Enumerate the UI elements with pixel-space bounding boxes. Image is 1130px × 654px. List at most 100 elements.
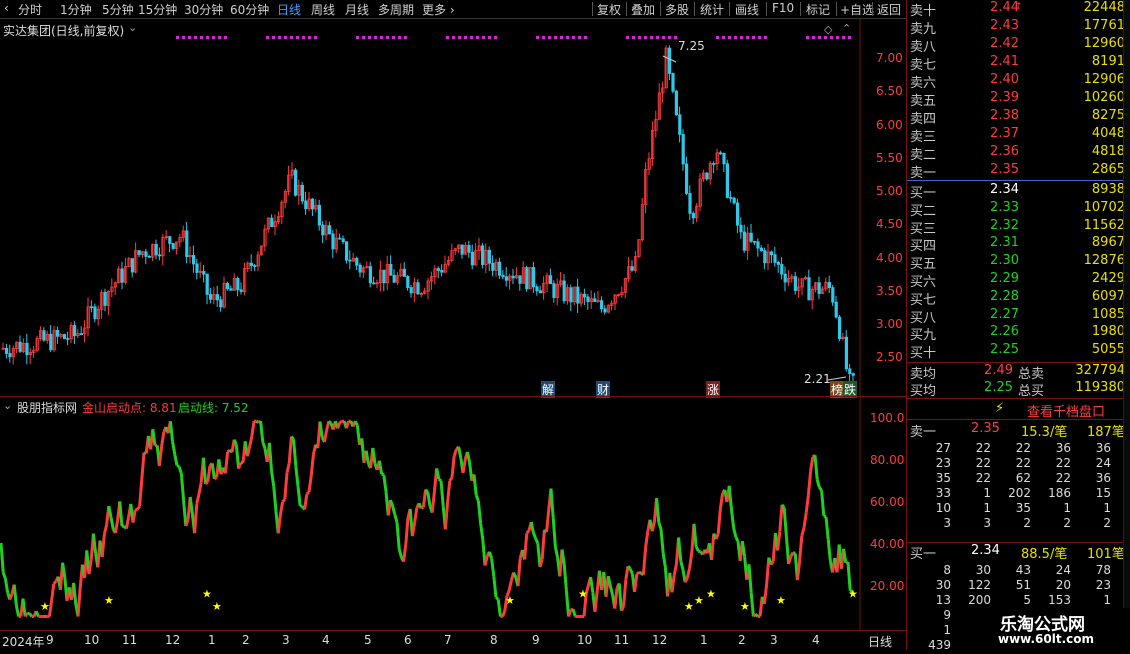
ask-level-price: 2.42	[965, 36, 1019, 51]
bid-level-row[interactable]: 买九 2.26 1980	[907, 324, 1130, 342]
price-axis-tick: 3.00	[876, 317, 903, 331]
overlay-button[interactable]: 叠加	[631, 1, 655, 18]
bid-level-volume: 1980	[1092, 324, 1125, 339]
tab-period-weekly[interactable]: 周线	[311, 1, 335, 18]
signal-dot	[404, 36, 407, 39]
title-dropdown-icon[interactable]: ⌄	[128, 21, 137, 34]
queue-cell: 15	[1075, 486, 1111, 500]
date-tick: 10	[577, 633, 592, 647]
indicator-line-segment	[514, 573, 516, 578]
candle-body	[63, 334, 65, 338]
ask-level-label: 卖九	[910, 18, 936, 37]
ask-level-price: 2.36	[965, 144, 1019, 159]
tab-period-15min[interactable]: 15分钟	[138, 1, 177, 18]
bid-level-row[interactable]: 买五 2.30 12876	[907, 253, 1130, 271]
view-thousand-button[interactable]: 查看千档盘口	[1027, 401, 1105, 420]
mark-button[interactable]: 标记	[806, 1, 830, 18]
indicator-line-segment	[822, 490, 824, 516]
tab-period-5min[interactable]: 5分钟	[102, 1, 134, 18]
tab-period-monthly[interactable]: 月线	[345, 1, 369, 18]
candle-body	[26, 343, 28, 354]
bid-level-row[interactable]: 买四 2.31 8967	[907, 235, 1130, 253]
diamond-icon[interactable]: ◇	[824, 23, 832, 36]
bid-level-label: 买一	[910, 182, 936, 201]
candle-body	[753, 241, 755, 242]
indicator-line-segment	[454, 449, 456, 456]
date-tick: 8	[490, 633, 498, 647]
candle-body	[539, 291, 541, 293]
indicator-line-segment	[111, 517, 113, 529]
fuquan-button[interactable]: 复权	[597, 1, 621, 18]
indicator-line-segment	[531, 522, 533, 533]
bid-level-row[interactable]: 买八 2.27 1085	[907, 307, 1130, 325]
candle-body	[226, 283, 228, 288]
indicator-line-segment	[791, 553, 793, 557]
indicator-line-segment	[819, 487, 821, 490]
ask-level-row[interactable]: 卖六 2.40 12906	[907, 72, 1130, 90]
ask-level-row[interactable]: 卖四 2.38 8275	[907, 108, 1130, 126]
indicator-line-segment	[261, 421, 263, 442]
indicator-line-segment	[463, 460, 465, 474]
indicator-line-segment	[104, 525, 106, 534]
indicator-line-segment	[720, 493, 722, 509]
indicator-line-segment	[764, 585, 766, 604]
sell1-queue-label: 卖一	[910, 421, 936, 440]
scrollbar[interactable]	[1123, 0, 1130, 650]
bid-level-row[interactable]: 买六 2.29 2429	[907, 271, 1130, 289]
ask-level-row[interactable]: 卖三 2.37 4048	[907, 126, 1130, 144]
queue-cell: 62	[995, 471, 1031, 485]
indicator-line-segment	[643, 548, 645, 575]
candle-body	[519, 276, 521, 284]
queue-row: 30122512023	[907, 578, 1130, 594]
bid-level-row[interactable]: 买三 2.32 11562	[907, 218, 1130, 236]
indicator-line-segment	[346, 421, 348, 428]
ask-level-row[interactable]: 卖二 2.36 4818	[907, 144, 1130, 162]
sell1-order-count: 187笔	[1087, 421, 1125, 440]
indicator-menu-icon[interactable]: ⌄	[3, 399, 12, 412]
scroll-left-icon[interactable]: ‹	[4, 1, 9, 15]
ask-level-row[interactable]: 卖五 2.39 10260	[907, 90, 1130, 108]
indicator-line-segment	[274, 487, 276, 512]
multi-stock-button[interactable]: 多股	[665, 1, 689, 18]
tab-period-30min[interactable]: 30分钟	[184, 1, 223, 18]
bid-level-row[interactable]: 买一 2.34 8938	[907, 182, 1130, 200]
collapse-icon[interactable]: ⌃	[842, 22, 851, 35]
indicator-line-segment	[373, 448, 375, 464]
indicator-chart[interactable]: ★★★★★★★★★★★★ ⌄ 股朋指标网 金山启动点: 8.81 启动线: 7.…	[0, 396, 906, 631]
indicator-axis-tick: 60.00	[870, 495, 904, 509]
ask-level-row[interactable]: 卖七 2.41 8191	[907, 54, 1130, 72]
bid-level-row[interactable]: 买二 2.33 10702	[907, 200, 1130, 218]
bid-level-row[interactable]: 买七 2.28 6097	[907, 289, 1130, 307]
view-thousand-bar[interactable]: ⚡ 查看千档盘口	[907, 398, 1130, 420]
indicator-line-segment	[679, 538, 681, 562]
indicator-line-segment	[379, 461, 381, 474]
candle-body	[410, 288, 412, 293]
tab-period-1min[interactable]: 1分钟	[60, 1, 92, 18]
back-button[interactable]: 返回	[877, 1, 901, 18]
indicator-line-segment	[291, 436, 293, 439]
tab-period-60min[interactable]: 60分钟	[230, 1, 269, 18]
statistics-button[interactable]: 统计	[700, 1, 724, 18]
ask-level-row[interactable]: 卖八 2.42 12960	[907, 36, 1130, 54]
draw-line-button[interactable]: 画线	[735, 1, 759, 18]
ask-level-row[interactable]: 卖九 2.43 17761	[907, 18, 1130, 36]
tab-period-daily[interactable]: 日线	[277, 1, 301, 18]
queue-row: 830432478	[907, 563, 1130, 579]
add-watchlist-button[interactable]: +自选	[840, 1, 874, 18]
indicator-line-segment	[133, 510, 135, 523]
tab-period-multi[interactable]: 多周期	[378, 1, 414, 18]
tab-period-fenshi[interactable]: 分时	[18, 1, 42, 18]
more-periods-button[interactable]: 更多 ›	[422, 1, 455, 18]
f10-button[interactable]: F10	[772, 1, 794, 15]
signal-dot	[560, 36, 563, 39]
bid-level-row[interactable]: 买十 2.25 5055	[907, 342, 1130, 360]
indicator-line-segment	[393, 506, 395, 515]
candle-body	[736, 203, 738, 225]
signal-dot	[458, 36, 461, 39]
ask-level-volume: 2865	[1092, 162, 1125, 177]
candle-body	[383, 270, 385, 283]
candle-body	[104, 292, 106, 305]
ask-level-row[interactable]: 卖一 2.35 2865	[907, 162, 1130, 180]
price-chart[interactable]: 实达集团(日线,前复权) ⌄ ◇ ⌃ 7.25 2.21 7.00 6.50 6…	[0, 19, 906, 396]
candle-body	[311, 199, 313, 209]
